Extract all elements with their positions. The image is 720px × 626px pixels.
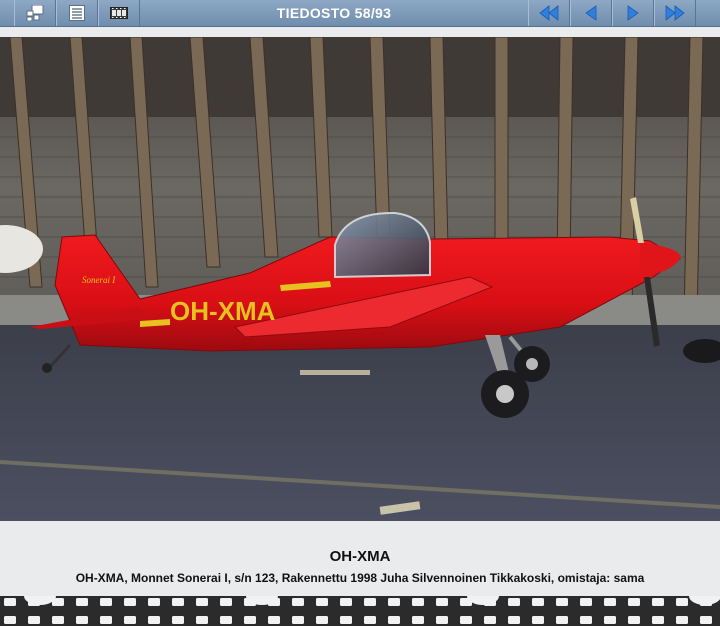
film-perforation xyxy=(100,616,112,624)
film-perforation xyxy=(484,616,496,624)
film-perforation xyxy=(76,616,88,624)
aircraft-photo[interactable]: OH-XMA Sonerai I xyxy=(0,37,720,521)
thumbnail-grid-icon xyxy=(26,5,44,21)
film-perforation xyxy=(388,598,400,606)
film-perforation xyxy=(676,616,688,624)
aircraft-photo-image: OH-XMA Sonerai I xyxy=(0,37,720,521)
film-perforation xyxy=(580,598,592,606)
previous-button[interactable] xyxy=(570,0,612,26)
film-perforation xyxy=(388,616,400,624)
film-perforation xyxy=(628,616,640,624)
film-perforation xyxy=(52,616,64,624)
film-perforation xyxy=(196,598,208,606)
film-perforation xyxy=(340,598,352,606)
film-perforation xyxy=(652,598,664,606)
film-perforation xyxy=(676,598,688,606)
film-perforation xyxy=(700,616,712,624)
previous-icon xyxy=(585,5,597,21)
registration-marking: OH-XMA xyxy=(170,296,276,326)
thumbnails-button[interactable] xyxy=(14,0,56,26)
last-icon xyxy=(665,5,685,21)
film-perforation xyxy=(148,598,160,606)
tail-marking: Sonerai I xyxy=(82,275,116,285)
film-perforation xyxy=(436,598,448,606)
film-perforation xyxy=(124,598,136,606)
film-perforation xyxy=(412,616,424,624)
film-perforation xyxy=(580,616,592,624)
file-counter-title: TIEDOSTO 58/93 xyxy=(276,5,392,21)
film-perforation xyxy=(172,616,184,624)
film-perforation xyxy=(244,616,256,624)
last-button[interactable] xyxy=(654,0,696,26)
film-strip[interactable] xyxy=(0,596,720,626)
film-perforation xyxy=(604,616,616,624)
film-perforation xyxy=(220,616,232,624)
filmstrip-button[interactable] xyxy=(98,0,140,26)
film-strip-icon xyxy=(4,596,720,624)
film-perforation xyxy=(460,616,472,624)
film-perforation xyxy=(604,598,616,606)
film-perforation xyxy=(340,616,352,624)
film-perforation xyxy=(196,616,208,624)
film-perforation xyxy=(4,616,16,624)
film-perforation xyxy=(268,616,280,624)
film-perforation xyxy=(556,598,568,606)
film-perforation xyxy=(316,616,328,624)
film-perforation xyxy=(412,598,424,606)
film-perforation xyxy=(556,616,568,624)
film-perforation xyxy=(28,616,40,624)
film-perforation xyxy=(148,616,160,624)
next-button[interactable] xyxy=(612,0,654,26)
film-perforation xyxy=(76,598,88,606)
film-perforation xyxy=(4,598,16,606)
film-perforation xyxy=(436,616,448,624)
list-view-button[interactable] xyxy=(56,0,98,26)
first-icon xyxy=(539,5,559,21)
film-perforation xyxy=(100,598,112,606)
film-perforation xyxy=(316,598,328,606)
film-perforation xyxy=(508,598,520,606)
film-perforation xyxy=(124,616,136,624)
film-perforation xyxy=(364,616,376,624)
film-perforation xyxy=(364,598,376,606)
film-perforation xyxy=(172,598,184,606)
photo-title: OH-XMA xyxy=(329,548,391,565)
first-button[interactable] xyxy=(528,0,570,26)
film-notch xyxy=(689,596,720,605)
film-perforation xyxy=(532,598,544,606)
next-icon xyxy=(627,5,639,21)
film-perforation xyxy=(508,616,520,624)
film-perforation xyxy=(532,616,544,624)
film-perforation xyxy=(292,616,304,624)
film-perforation xyxy=(292,598,304,606)
list-view-icon xyxy=(69,5,85,21)
film-icon xyxy=(110,7,128,19)
film-perforation xyxy=(220,598,232,606)
toolbar: TIEDOSTO 58/93 xyxy=(0,0,720,27)
film-perforation xyxy=(652,616,664,624)
photo-description: OH-XMA, Monnet Sonerai I, s/n 123, Raken… xyxy=(75,571,645,585)
film-perforation xyxy=(628,598,640,606)
